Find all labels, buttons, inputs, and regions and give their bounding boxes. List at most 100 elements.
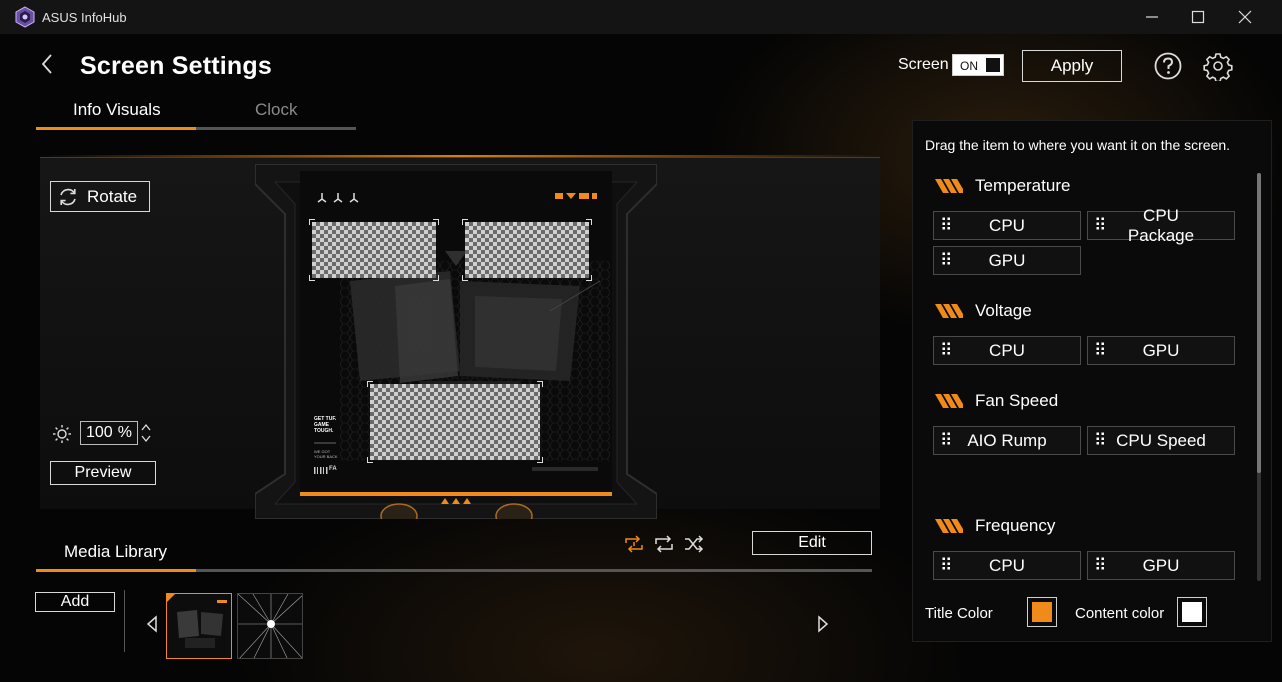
- temperature-section-icon: [935, 179, 963, 193]
- preview-button[interactable]: Preview: [50, 461, 156, 485]
- lcd-tagline: WE GOT YOUR BACK: [314, 449, 338, 459]
- section-title-temperature: Temperature: [975, 176, 1071, 195]
- repeat-one-icon[interactable]: [623, 534, 645, 554]
- frequency-gpu-item[interactable]: ⠿ GPU: [1087, 551, 1235, 580]
- chip-label: CPU: [989, 340, 1025, 360]
- screen-label: Screen: [898, 56, 949, 73]
- screen-toggle-state: ON: [960, 59, 978, 73]
- widget-placeholder-2[interactable]: [465, 222, 589, 278]
- temperature-cpu-item[interactable]: ⠿ CPU: [933, 211, 1081, 240]
- media-divider: [124, 590, 125, 652]
- screen-toggle[interactable]: ON: [952, 54, 1004, 76]
- widget-placeholder-1[interactable]: [312, 222, 436, 278]
- drag-handle-icon: ⠿: [1094, 215, 1107, 235]
- media-tab-active-indicator: [36, 569, 196, 572]
- brightness-icon: [53, 425, 71, 443]
- selection-corner: [537, 457, 543, 463]
- asus-infohub-logo-icon: [15, 6, 35, 28]
- drag-handle-icon: ⠿: [940, 555, 953, 575]
- selection-corner: [462, 219, 468, 225]
- tab-active-indicator: [36, 127, 196, 130]
- previous-arrow-icon[interactable]: [145, 614, 159, 634]
- edit-button[interactable]: Edit: [752, 531, 872, 555]
- rotate-label: Rotate: [87, 186, 138, 206]
- temperature-gpu-item[interactable]: ⠿ GPU: [933, 246, 1081, 275]
- help-icon[interactable]: [1153, 51, 1183, 81]
- fan-aio-pump-item[interactable]: ⠿ AIO Rump: [933, 426, 1081, 455]
- chip-label: CPU Speed: [1116, 430, 1206, 450]
- selection-corner: [309, 219, 315, 225]
- lcd-text-line: TOUGH.: [314, 428, 334, 434]
- next-arrow-icon[interactable]: [816, 614, 830, 634]
- content-color-picker[interactable]: [1177, 597, 1207, 627]
- temperature-cpu-package-item[interactable]: ⠿ CPU Package: [1087, 206, 1235, 245]
- page-title: Screen Settings: [80, 52, 272, 80]
- tab-info-visuals[interactable]: Info Visuals: [73, 100, 161, 120]
- lcd-fa-text: FA: [329, 466, 337, 472]
- fan-cpu-speed-item[interactable]: ⠿ CPU Speed: [1087, 426, 1235, 455]
- fan-speed-section-icon: [935, 394, 963, 408]
- minimize-icon: [1146, 16, 1158, 18]
- drag-handle-icon: ⠿: [1094, 555, 1107, 575]
- section-title-frequency: Frequency: [975, 516, 1056, 535]
- content-color-label: Content color: [1075, 605, 1165, 622]
- brightness-value: 100: [86, 424, 113, 441]
- rotate-button[interactable]: Rotate: [50, 181, 150, 212]
- frequency-cpu-item[interactable]: ⠿ CPU: [933, 551, 1081, 580]
- add-media-button[interactable]: Add: [35, 592, 115, 612]
- chip-label: GPU: [1142, 340, 1180, 360]
- drag-handle-icon: ⠿: [1094, 430, 1107, 450]
- brightness-stepper-icon[interactable]: [140, 421, 152, 445]
- chip-label: GPU: [1142, 555, 1180, 575]
- media-thumbnail[interactable]: [237, 593, 303, 659]
- content-color-fill: [1182, 602, 1202, 622]
- chip-label: GPU: [988, 250, 1026, 270]
- tab-bar: Info Visuals Clock: [36, 98, 356, 132]
- drag-hint: Drag the item to where you want it on th…: [925, 137, 1231, 153]
- minimize-button[interactable]: [1129, 0, 1175, 34]
- rotate-icon: [60, 188, 76, 205]
- maximize-icon: [1191, 10, 1205, 24]
- lcd-preview-screen[interactable]: GET TUF. GAME TOUGH. WE GOT YOUR BACK FA: [300, 171, 612, 496]
- selection-corner: [309, 275, 315, 281]
- close-button[interactable]: [1222, 0, 1268, 34]
- selection-corner: [367, 381, 373, 387]
- section-title-fan-speed: Fan Speed: [975, 391, 1059, 410]
- info-items-panel: Drag the item to where you want it on th…: [912, 120, 1272, 642]
- maximize-button[interactable]: [1175, 0, 1221, 34]
- title-color-picker[interactable]: [1027, 597, 1057, 627]
- voltage-section-icon: [935, 304, 963, 318]
- repeat-all-icon[interactable]: [653, 534, 675, 554]
- lcd-text-line: YOUR BACK: [314, 454, 338, 459]
- toggle-knob: [986, 58, 1000, 72]
- selection-corner: [367, 457, 373, 463]
- tab-media-library[interactable]: Media Library: [64, 542, 167, 562]
- voltage-gpu-item[interactable]: ⠿ GPU: [1087, 336, 1235, 365]
- drag-handle-icon: ⠿: [940, 430, 953, 450]
- chip-label: CPU Package: [1127, 205, 1195, 245]
- shuffle-icon[interactable]: [683, 534, 705, 554]
- items-scrollbar-thumb[interactable]: [1257, 173, 1261, 473]
- widget-placeholder-3[interactable]: [370, 384, 540, 460]
- apply-button[interactable]: Apply: [1022, 50, 1122, 82]
- close-icon: [1238, 10, 1252, 24]
- tab-clock[interactable]: Clock: [255, 100, 298, 120]
- drag-handle-icon: ⠿: [1094, 340, 1107, 360]
- brightness-input[interactable]: 100 %: [80, 421, 138, 445]
- drag-handle-icon: ⠿: [940, 340, 953, 360]
- thumbnail-light-burst-image: [238, 594, 302, 658]
- app-title: ASUS InfoHub: [42, 10, 127, 25]
- frequency-section-icon: [935, 519, 963, 533]
- selection-corner: [433, 219, 439, 225]
- media-thumbnail-selected[interactable]: [166, 593, 232, 659]
- brightness-unit: %: [117, 424, 132, 441]
- section-title-voltage: Voltage: [975, 301, 1032, 320]
- gear-icon[interactable]: [1203, 51, 1233, 81]
- voltage-cpu-item[interactable]: ⠿ CPU: [933, 336, 1081, 365]
- media-library-tabs: Media Library: [36, 540, 872, 574]
- chip-label: CPU: [989, 555, 1025, 575]
- lcd-slogan: GET TUF. GAME TOUGH.: [314, 416, 336, 434]
- back-arrow-icon[interactable]: [36, 52, 60, 76]
- selection-corner: [586, 219, 592, 225]
- drag-handle-icon: ⠿: [940, 250, 953, 270]
